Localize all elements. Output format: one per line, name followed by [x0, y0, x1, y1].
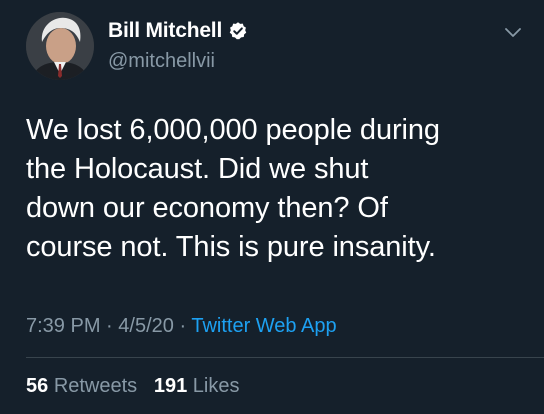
likes-count: 191 — [153, 375, 188, 397]
divider — [26, 357, 544, 358]
tweet-meta: 7:39 PM · 4/5/20 · Twitter Web App — [26, 315, 337, 338]
avatar-photo-icon — [26, 12, 94, 80]
likes-stat[interactable]: 191 Likes — [154, 375, 240, 397]
verified-badge-icon — [228, 21, 248, 41]
tweet-text-line: down our economy then? Of — [26, 192, 388, 224]
tweet-time[interactable]: 7:39 PM — [26, 315, 100, 337]
tweet-text-line: We lost 6,000,000 people during — [26, 114, 440, 146]
avatar[interactable] — [26, 12, 94, 80]
chevron-down-icon[interactable] — [504, 26, 522, 40]
tweet-text-line: the Holocaust. Did we shut — [26, 153, 369, 185]
user-handle[interactable]: @mitchellvii — [108, 50, 215, 73]
tweet-text: We lost 6,000,000 people during the Holo… — [26, 111, 526, 267]
retweets-count: 56 — [26, 375, 49, 397]
name-row[interactable]: Bill Mitchell — [108, 17, 248, 45]
tweet-card: Bill Mitchell @mitchellvii We lost 6,000… — [0, 0, 544, 414]
tweet-date[interactable]: 4/5/20 — [118, 315, 174, 337]
retweets-label: Retweets — [53, 375, 138, 397]
retweets-stat[interactable]: 56 Retweets — [26, 375, 137, 397]
meta-separator: · — [106, 315, 113, 337]
tweet-text-line: course not. This is pure insanity. — [26, 231, 436, 263]
meta-separator: · — [179, 315, 187, 337]
tweet-source-link[interactable]: Twitter Web App — [191, 315, 336, 337]
display-name[interactable]: Bill Mitchell — [108, 19, 222, 43]
likes-label: Likes — [192, 375, 240, 397]
tweet-stats: 56 Retweets 191 Likes — [26, 375, 240, 398]
